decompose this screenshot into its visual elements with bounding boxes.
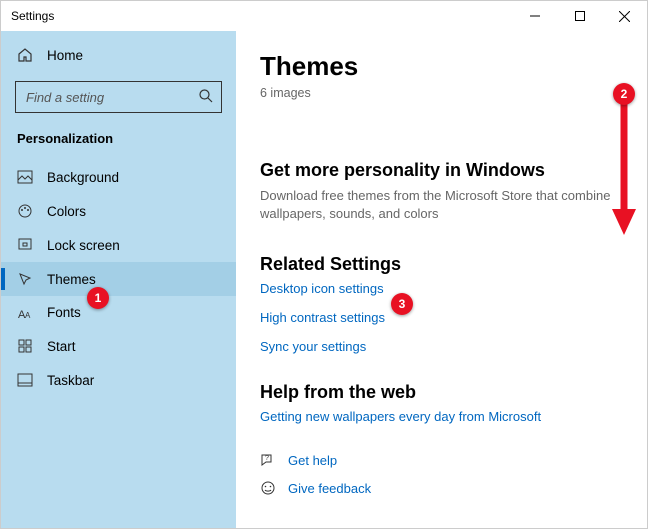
promo-text: Download free themes from the Microsoft …: [260, 187, 623, 222]
nav-label: Colors: [47, 204, 86, 219]
taskbar-icon: [17, 372, 33, 388]
nav-fonts[interactable]: AA Fonts: [1, 296, 236, 329]
link-wallpapers[interactable]: Getting new wallpapers every day from Mi…: [260, 409, 623, 424]
annotation-badge-1: 1: [87, 287, 109, 309]
nav-colors[interactable]: Colors: [1, 194, 236, 228]
nav-label: Background: [47, 170, 119, 185]
maximize-button[interactable]: [557, 1, 602, 31]
close-button[interactable]: [602, 1, 647, 31]
link-get-help[interactable]: Get help: [288, 453, 337, 468]
home-label: Home: [47, 48, 83, 63]
annotation-badge-3: 3: [391, 293, 413, 315]
annotation-arrow: [612, 101, 636, 236]
svg-text:A: A: [25, 311, 31, 320]
link-desktop-icon-settings[interactable]: Desktop icon settings: [260, 281, 623, 296]
search-icon: [198, 88, 214, 104]
nav-label: Start: [47, 339, 76, 354]
section-header: Personalization: [1, 127, 236, 160]
nav-label: Lock screen: [47, 238, 120, 253]
link-high-contrast[interactable]: High contrast settings: [260, 310, 623, 325]
nav-label: Themes: [47, 272, 96, 287]
nav-taskbar[interactable]: Taskbar: [1, 363, 236, 397]
page-subtitle: 6 images: [260, 86, 623, 100]
nav-label: Taskbar: [47, 373, 94, 388]
nav-lock-screen[interactable]: Lock screen: [1, 228, 236, 262]
nav-start[interactable]: Start: [1, 329, 236, 363]
main-content: Themes 6 images Get more personality in …: [236, 31, 647, 528]
themes-icon: [17, 271, 33, 287]
nav-label: Fonts: [47, 305, 81, 320]
sidebar: Home Personalization Background Colors: [1, 31, 236, 528]
link-feedback[interactable]: Give feedback: [288, 481, 371, 496]
window-title: Settings: [11, 9, 54, 23]
lock-screen-icon: [17, 237, 33, 253]
search-input[interactable]: [15, 81, 222, 113]
home-icon: [17, 47, 33, 63]
page-title: Themes: [260, 51, 623, 82]
window-controls: [512, 1, 647, 31]
svg-text:?: ?: [265, 455, 269, 462]
get-help-row[interactable]: ? Get help: [260, 452, 623, 468]
search-container: [15, 81, 222, 113]
feedback-row[interactable]: Give feedback: [260, 480, 623, 496]
help-heading: Help from the web: [260, 382, 623, 403]
feedback-icon: [260, 480, 276, 496]
promo-heading: Get more personality in Windows: [260, 160, 623, 181]
help-icon: ?: [260, 452, 276, 468]
nav-background[interactable]: Background: [1, 160, 236, 194]
minimize-button[interactable]: [512, 1, 557, 31]
nav-themes[interactable]: Themes: [1, 262, 236, 296]
window-titlebar: Settings: [1, 1, 647, 31]
start-icon: [17, 338, 33, 354]
picture-icon: [17, 169, 33, 185]
fonts-icon: AA: [17, 306, 33, 320]
related-heading: Related Settings: [260, 254, 623, 275]
palette-icon: [17, 203, 33, 219]
link-sync-settings[interactable]: Sync your settings: [260, 339, 623, 354]
home-nav[interactable]: Home: [1, 39, 236, 71]
annotation-badge-2: 2: [613, 83, 635, 105]
